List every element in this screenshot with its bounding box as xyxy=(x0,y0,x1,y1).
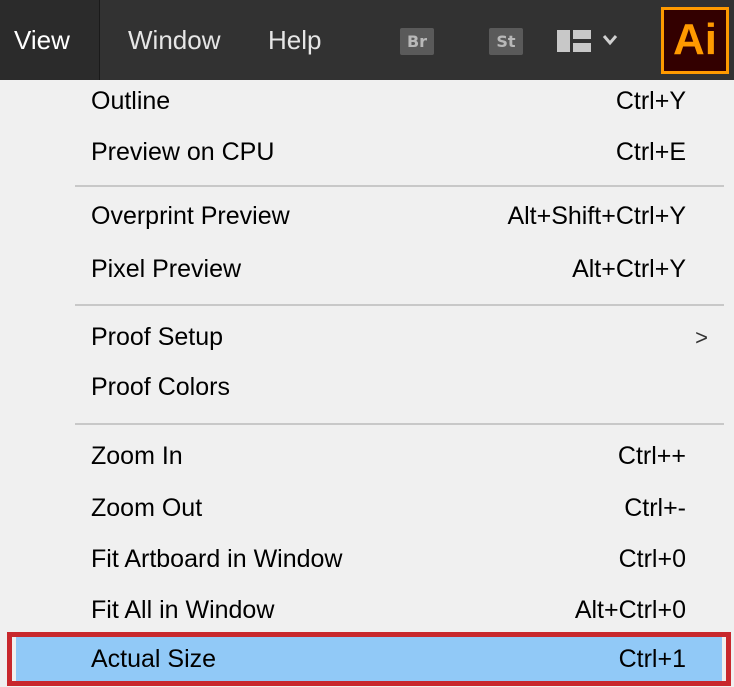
menu-item-outline[interactable]: Outline Ctrl+Y xyxy=(16,76,722,127)
menu-view[interactable]: View xyxy=(0,0,100,80)
menu-item-fit-all[interactable]: Fit All in Window Alt+Ctrl+0 xyxy=(16,585,722,636)
menu-item-label: Zoom In xyxy=(91,442,183,470)
menu-item-label: Fit Artboard in Window xyxy=(91,545,343,573)
menu-bar: View Window Help Br St Ai xyxy=(0,0,734,80)
annotation-highlight-box xyxy=(7,632,731,686)
menu-item-shortcut: Ctrl+Y xyxy=(615,87,686,115)
menu-separator xyxy=(75,185,724,187)
chevron-right-icon: > xyxy=(695,325,708,350)
menu-window[interactable]: Window xyxy=(128,0,220,80)
menu-item-overprint-preview[interactable]: Overprint Preview Alt+Shift+Ctrl+Y xyxy=(16,191,722,242)
menu-item-label: Outline xyxy=(91,87,171,115)
menu-help[interactable]: Help xyxy=(268,0,321,80)
menu-item-proof-setup[interactable]: Proof Setup > xyxy=(16,312,722,363)
bridge-badge[interactable]: Br xyxy=(400,28,434,55)
menu-item-label: Overprint Preview xyxy=(91,202,290,230)
stock-badge[interactable]: St xyxy=(489,28,523,55)
menu-separator xyxy=(75,423,724,425)
menu-item-shortcut: Alt+Ctrl+0 xyxy=(574,596,686,624)
illustrator-logo: Ai xyxy=(661,7,729,74)
workspace-layout-icon[interactable] xyxy=(557,30,591,52)
menu-item-pixel-preview[interactable]: Pixel Preview Alt+Ctrl+Y xyxy=(16,244,722,295)
menu-item-label: Preview on CPU xyxy=(91,138,275,166)
menu-item-shortcut: Alt+Ctrl+Y xyxy=(572,255,686,283)
menu-item-shortcut: Alt+Shift+Ctrl+Y xyxy=(507,202,686,230)
menu-item-fit-artboard[interactable]: Fit Artboard in Window Ctrl+0 xyxy=(16,534,722,585)
menu-item-label: Proof Setup xyxy=(91,323,224,351)
menu-item-label: Zoom Out xyxy=(91,494,203,522)
menu-item-shortcut: Ctrl+- xyxy=(624,494,686,522)
chevron-down-icon[interactable] xyxy=(602,33,618,47)
menu-item-label: Proof Colors xyxy=(91,373,230,401)
menu-item-proof-colors[interactable]: Proof Colors xyxy=(16,362,722,413)
menu-item-shortcut: Ctrl+0 xyxy=(618,545,686,573)
menu-item-label: Pixel Preview xyxy=(91,255,242,283)
menu-separator xyxy=(75,304,724,306)
menu-item-zoom-in[interactable]: Zoom In Ctrl++ xyxy=(16,431,722,482)
menu-item-shortcut: Ctrl+E xyxy=(615,138,686,166)
menu-item-zoom-out[interactable]: Zoom Out Ctrl+- xyxy=(16,483,722,534)
menu-item-preview-on-cpu[interactable]: Preview on CPU Ctrl+E xyxy=(16,127,722,178)
menu-item-label: Fit All in Window xyxy=(91,596,275,624)
menu-item-shortcut: Ctrl++ xyxy=(617,442,686,470)
